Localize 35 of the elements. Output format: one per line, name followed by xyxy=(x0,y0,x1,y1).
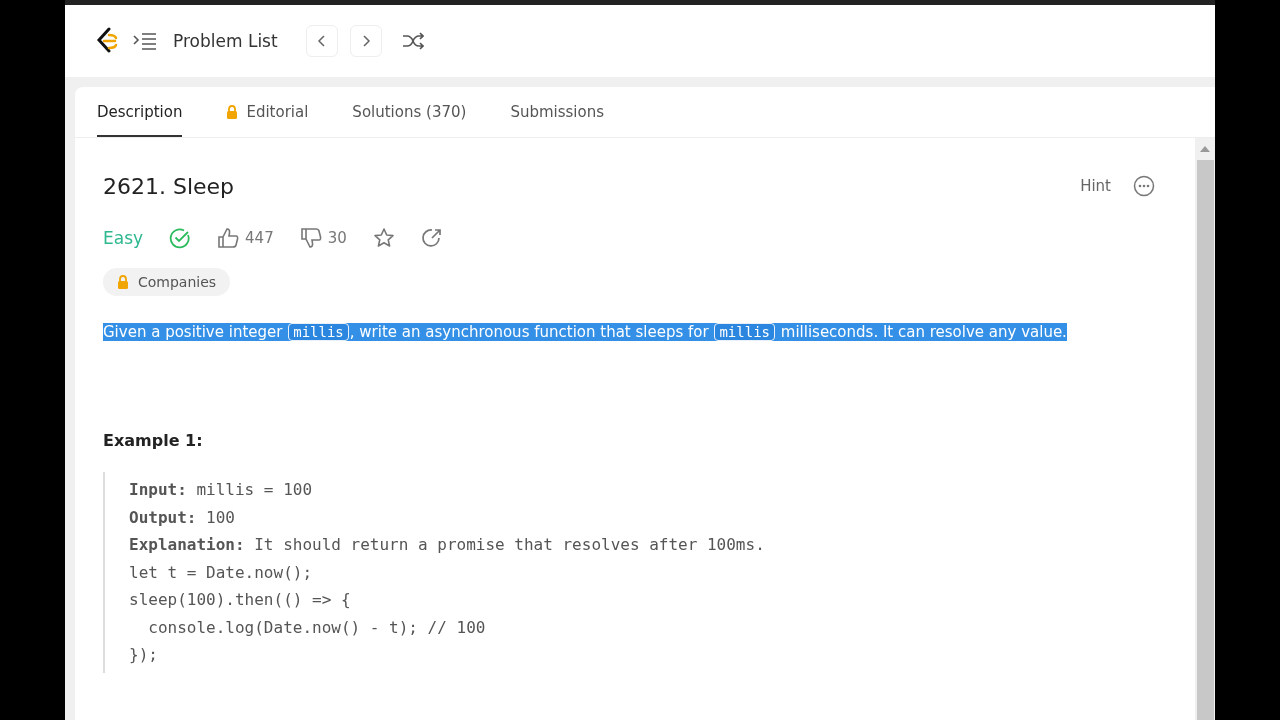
scroll-up-icon[interactable] xyxy=(1200,146,1210,152)
thumbs-down-icon[interactable] xyxy=(299,227,322,249)
code-line: Output: 100 xyxy=(129,506,236,529)
hint-link[interactable]: Hint xyxy=(1080,177,1111,195)
list-icon[interactable] xyxy=(133,31,157,51)
companies-tag[interactable]: Companies xyxy=(103,268,231,296)
problem-title: 2621. Sleep xyxy=(103,173,236,199)
scrollbar[interactable] xyxy=(1195,138,1215,720)
example-heading: Example 1: xyxy=(103,431,204,450)
share-icon[interactable] xyxy=(420,227,443,249)
problem-list-link[interactable]: Problem List xyxy=(173,31,278,51)
chevron-left-icon xyxy=(316,35,327,47)
lock-icon xyxy=(117,275,129,289)
difficulty-label: Easy xyxy=(103,228,144,248)
chevron-right-icon xyxy=(360,35,371,47)
tab[interactable]: Editorial xyxy=(226,87,309,137)
thumbs-up-icon[interactable] xyxy=(217,227,240,249)
logo-icon[interactable] xyxy=(95,27,119,55)
like-count: 447 xyxy=(245,229,274,247)
code-line: console.log(Date.now() - t); // 100 xyxy=(147,616,487,639)
code-line: sleep(100).then(() => { xyxy=(129,589,352,611)
more-icon[interactable] xyxy=(1133,175,1155,197)
previous-button[interactable] xyxy=(305,25,338,57)
tab[interactable]: Solutions (370) xyxy=(352,87,467,137)
code-line: let t = Date.now(); xyxy=(129,561,314,584)
tab[interactable]: Submissions xyxy=(510,87,605,137)
star-icon[interactable] xyxy=(372,227,395,249)
code-line: Explanation: It should return a promise that resolves after 100ms. xyxy=(129,534,766,556)
tab[interactable]: Description xyxy=(97,87,183,137)
dislike-count: 30 xyxy=(327,229,347,247)
code-line: }); xyxy=(129,644,159,666)
description-paragraph: Given a positive integer millis , write an asynchronous function that sleeps for millis milliseconds. It can resolve any value. xyxy=(103,323,1067,341)
code-line: Input: millis = 100 xyxy=(129,479,314,501)
shuffle-icon[interactable] xyxy=(401,32,424,50)
next-button[interactable] xyxy=(349,25,382,57)
